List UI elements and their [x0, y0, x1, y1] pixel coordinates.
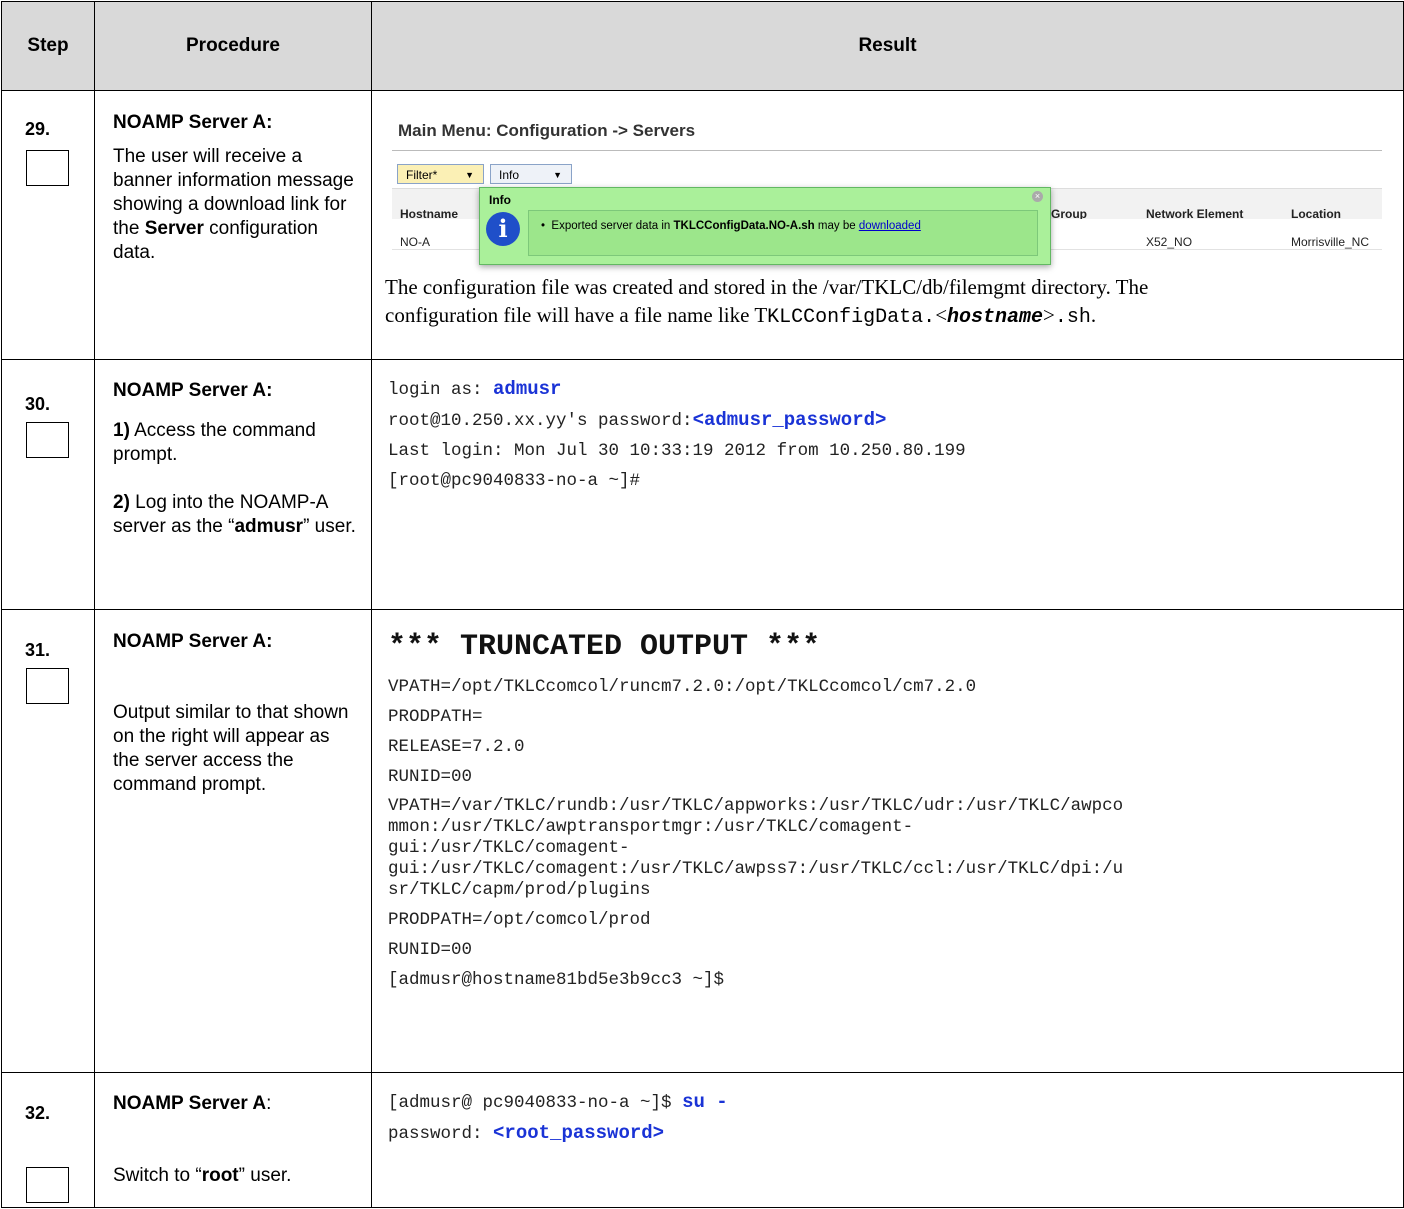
step-row-29: 29. NOAMP Server A: The user will receiv… — [1, 90, 1404, 360]
terminal-line: login as: admusr — [388, 378, 562, 400]
step-number: 32. — [25, 1103, 51, 1123]
terminal-line: Last login: Mon Jul 30 10:33:19 2012 fro… — [388, 441, 966, 461]
step-checkbox[interactable] — [26, 150, 69, 186]
step-number: 30. — [25, 394, 51, 414]
step-cell-30: 30. — [1, 359, 95, 610]
terminal-line: root@10.250.xx.yy's password:<admusr_pas… — [388, 409, 887, 431]
terminal-line: RUNID=00 — [388, 767, 473, 787]
procedure-title: NOAMP Server A: — [113, 1093, 272, 1114]
procedure-title: NOAMP Server A: — [113, 112, 273, 133]
procedure-substep: 2) Log into the NOAMP-A server as the “a… — [113, 492, 356, 537]
procedure-text: Output similar to that shown on the righ… — [113, 702, 349, 795]
header-row: Step Procedure Result — [1, 1, 1404, 91]
terminal-line: PRODPATH= — [388, 707, 483, 727]
info-button[interactable]: Info ▼ — [490, 164, 572, 184]
procedure-cell-30: NOAMP Server A: 1) Access the command pr… — [94, 359, 372, 610]
popup-message: • Exported server data in TKLCConfigData… — [528, 210, 1038, 256]
terminal-output-31: *** TRUNCATED OUTPUT *** VPATH=/opt/TKLC… — [371, 609, 1404, 1073]
popup-title: Info — [489, 193, 511, 207]
procedure-cell-31: NOAMP Server A: Output similar to that s… — [94, 609, 372, 1073]
step-row-32: 32. NOAMP Server A: Switch to “root” use… — [1, 1072, 1404, 1208]
procedure-title: NOAMP Server A: — [113, 631, 273, 652]
filter-button[interactable]: Filter* ▼ — [397, 164, 484, 184]
servers-screenshot: Main Menu: Configuration -> Servers Filt… — [372, 91, 1403, 359]
procedure-substep: 1) Access the command prompt. — [113, 420, 316, 465]
procedure-cell-32: NOAMP Server A: Switch to “root” user. — [94, 1072, 372, 1208]
info-popup: Info × i • Exported server data in TKLCC… — [479, 187, 1051, 265]
cell-hostname: NO-A — [400, 235, 430, 249]
header-result: Result — [371, 1, 1404, 91]
result-text: The configuration file was created and s… — [385, 275, 1149, 329]
terminal-line: RUNID=00 — [388, 940, 473, 960]
step-number: 29. — [25, 119, 51, 139]
truncated-banner: *** TRUNCATED OUTPUT *** — [388, 630, 821, 664]
cell-network-element: X52_NO — [1146, 235, 1193, 249]
download-link[interactable]: downloaded — [859, 220, 921, 232]
close-icon[interactable]: × — [1032, 191, 1043, 202]
step-number: 31. — [25, 640, 51, 660]
terminal-line: password: <root_password> — [388, 1122, 665, 1144]
menu-divider — [392, 150, 1382, 151]
result-cell-29: Main Menu: Configuration -> Servers Filt… — [371, 90, 1404, 360]
procedure-text: Switch to “root” user. — [113, 1165, 292, 1186]
terminal-vpath: VPATH=/var/TKLC/rundb:/usr/TKLC/appworks… — [388, 796, 1124, 900]
header-procedure: Procedure — [94, 1, 372, 91]
terminal-line: [admusr@hostname81bd5e3b9cc3 ~]$ — [388, 970, 725, 990]
terminal-line: PRODPATH=/opt/comcol/prod — [388, 910, 651, 930]
terminal-line: VPATH=/opt/TKLCcomcol/runcm7.2.0:/opt/TK… — [388, 677, 977, 697]
terminal-line: RELEASE=7.2.0 — [388, 737, 525, 757]
chevron-down-icon: ▼ — [553, 170, 562, 180]
step-row-31: 31. NOAMP Server A: Output similar to th… — [1, 609, 1404, 1073]
header-step: Step — [1, 1, 95, 91]
step-cell-32: 32. — [1, 1072, 95, 1208]
chevron-down-icon: ▼ — [465, 170, 474, 180]
terminal-output-30: login as: admusr root@10.250.xx.yy's pas… — [371, 359, 1404, 610]
procedure-table: Step Procedure Result 29. NOAMP Server A… — [1, 1, 1404, 1208]
info-icon: i — [486, 212, 520, 246]
step-cell-31: 31. — [1, 609, 95, 1073]
procedure-text: The user will receive a banner informati… — [113, 146, 354, 263]
cell-location: Morrisville_NC — [1291, 235, 1370, 249]
step-checkbox[interactable] — [26, 668, 69, 704]
terminal-line: [admusr@ pc9040833-no-a ~]$ su - — [388, 1091, 728, 1113]
procedure-cell-29: NOAMP Server A: The user will receive a … — [94, 90, 372, 360]
procedure-title: NOAMP Server A: — [113, 380, 273, 401]
step-cell-29: 29. — [1, 90, 95, 360]
terminal-line: [root@pc9040833-no-a ~]# — [388, 471, 641, 491]
step-row-30: 30. NOAMP Server A: 1) Access the comman… — [1, 359, 1404, 610]
terminal-output-32: [admusr@ pc9040833-no-a ~]$ su - passwor… — [371, 1072, 1404, 1208]
step-checkbox[interactable] — [26, 1167, 69, 1203]
menu-title: Main Menu: Configuration -> Servers — [398, 121, 696, 140]
step-checkbox[interactable] — [26, 422, 69, 458]
